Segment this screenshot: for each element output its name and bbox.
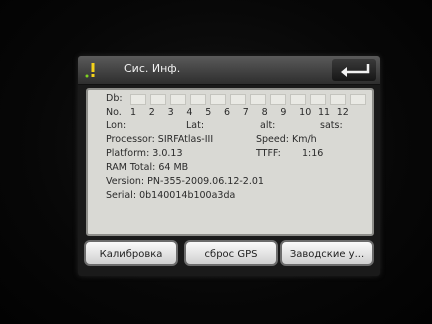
signal-cell: [210, 94, 226, 105]
db-label: Db:: [106, 93, 123, 104]
satellite-number: 1: [130, 107, 137, 118]
signal-cell: [190, 94, 206, 105]
ttff-label: TTFF:: [256, 148, 281, 159]
title-bar: Сис. Инф.: [78, 56, 380, 85]
signal-cell: [330, 94, 346, 105]
satellite-number: 2: [148, 107, 155, 118]
satellite-number: 9: [280, 107, 287, 118]
satellites-label: sats:: [320, 120, 343, 131]
satellite-number: 11: [317, 107, 331, 118]
page-title: Сис. Инф.: [124, 62, 181, 75]
no-label: No.: [106, 107, 122, 118]
signal-cell: [290, 94, 306, 105]
ram-info: RAM Total: 64 MB: [106, 162, 189, 173]
signal-cell: [350, 94, 366, 105]
signal-cell: [130, 94, 146, 105]
ttff-value: 1:16: [302, 148, 324, 159]
signal-cell: [230, 94, 246, 105]
back-button[interactable]: [332, 59, 376, 81]
signal-strength-bars: [130, 94, 370, 105]
back-arrow-icon: [341, 64, 370, 77]
gps-info-panel: Db: No. 1 2 3 4 5 6 7 8 9 10 11 12 Lon: …: [86, 88, 374, 236]
longitude-label: Lon:: [106, 120, 127, 131]
reset-gps-button[interactable]: сброс GPS: [184, 240, 278, 266]
warning-exclamation-icon: [85, 63, 95, 78]
satellite-number: 10: [299, 107, 312, 118]
device-screen: Сис. Инф. Db: No. 1 2 3 4 5 6 7 8 9 10 1…: [78, 56, 380, 276]
satellite-number: 6: [223, 107, 231, 118]
signal-cell: [250, 94, 266, 105]
factory-settings-button[interactable]: Заводские у...: [280, 240, 374, 266]
satellite-number: 7: [242, 107, 249, 118]
satellite-number: 3: [167, 107, 174, 118]
signal-cell: [150, 94, 166, 105]
processor-info: Processor: SIRFAtlas-III: [106, 134, 214, 145]
signal-cell: [270, 94, 286, 105]
latitude-label: Lat:: [186, 120, 205, 131]
satellite-number: 12: [336, 107, 349, 118]
signal-cell: [170, 94, 186, 105]
speed-info: Speed: Km/h: [256, 134, 317, 145]
serial-info: Serial: 0b140014b100a3da: [106, 190, 236, 201]
satellite-number: 8: [261, 107, 268, 118]
satellite-number: 5: [205, 107, 212, 118]
calibrate-button[interactable]: Калибровка: [84, 240, 178, 266]
satellite-numbers: 1 2 3 4 5 6 7 8 9 10 11 12: [130, 107, 356, 118]
altitude-label: alt:: [260, 120, 276, 131]
version-info: Version: PN-355-2009.06.12-2.01: [106, 176, 264, 187]
platform-info: Platform: 3.0.13: [106, 148, 183, 159]
signal-cell: [310, 94, 326, 105]
satellite-number: 4: [186, 107, 193, 118]
